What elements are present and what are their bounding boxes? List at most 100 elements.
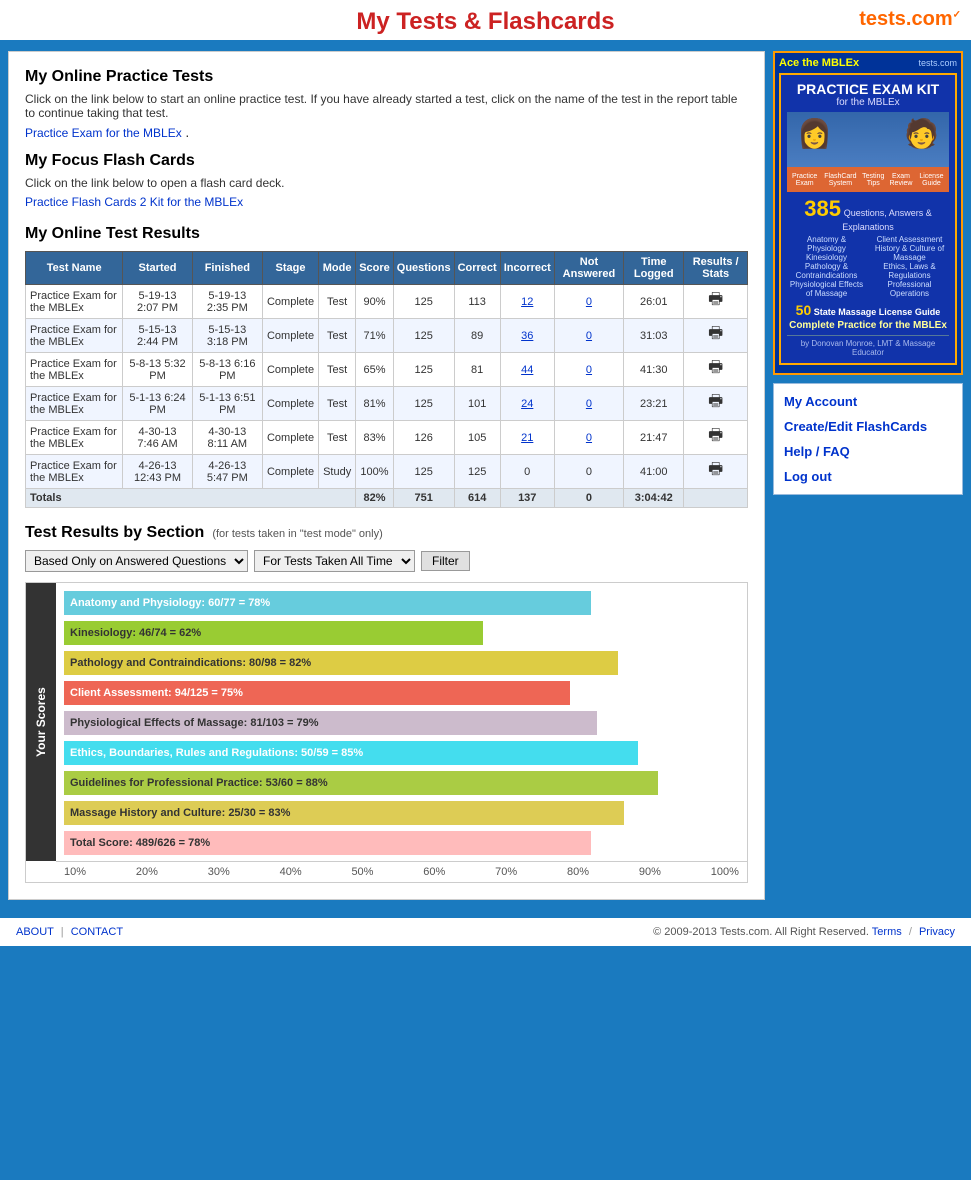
ad-topic-2: Kinesiology	[787, 253, 866, 262]
bar: Guidelines for Professional Practice: 53…	[64, 771, 658, 795]
cell-stats[interactable]: 🖶	[684, 455, 748, 489]
ad-complete-label: Complete Practice for the MBLEx	[787, 320, 949, 331]
totals-time: 3:04:42	[624, 489, 684, 508]
col-score: Score	[356, 252, 394, 285]
cell-not-answered[interactable]: 0	[554, 319, 623, 353]
cell-finished: 5-8-13 6:16 PM	[192, 353, 262, 387]
cell-incorrect[interactable]: 36	[500, 319, 554, 353]
cell-finished: 5-1-13 6:51 PM	[192, 387, 262, 421]
cell-test-name: Practice Exam for the MBLEx	[26, 319, 123, 353]
ad-box: Ace the MBLEx tests.com PRACTICE EXAM KI…	[773, 51, 963, 375]
cell-questions: 125	[393, 319, 454, 353]
section-results-note: (for tests taken in "test mode" only)	[212, 528, 382, 540]
footer-contact[interactable]: CONTACT	[71, 926, 123, 938]
cell-incorrect[interactable]: 12	[500, 285, 554, 319]
cell-started: 4-26-13 12:43 PM	[123, 455, 192, 489]
cell-finished: 5-19-13 2:35 PM	[192, 285, 262, 319]
ad-question-desc: Questions, Answers & Explanations	[842, 208, 932, 232]
filter-dropdown-1[interactable]: Based Only on Answered QuestionsBased on…	[25, 550, 248, 572]
cell-not-answered[interactable]: 0	[554, 421, 623, 455]
cell-stats[interactable]: 🖶	[684, 285, 748, 319]
cell-finished: 4-30-13 8:11 AM	[192, 421, 262, 455]
cell-started: 5-8-13 5:32 PM	[123, 353, 192, 387]
cell-score: 81%	[356, 387, 394, 421]
cell-questions: 125	[393, 387, 454, 421]
cell-stage: Complete	[262, 285, 318, 319]
cell-mode: Test	[319, 387, 356, 421]
online-tests-heading: My Online Practice Tests	[25, 68, 748, 86]
cell-time: 26:01	[624, 285, 684, 319]
cell-incorrect[interactable]: 21	[500, 421, 554, 455]
ad-topic-4: Physiological Effects of Massage	[787, 280, 866, 298]
footer-copyright: © 2009-2013 Tests.com. All Right Reserve…	[653, 926, 869, 938]
bar-label: Client Assessment: 94/125 = 75%	[64, 685, 249, 701]
filter-dropdown-2[interactable]: For Tests Taken All TimeLast 30 DaysLast…	[254, 550, 415, 572]
ad-topic-5: Client Assessment	[870, 235, 949, 244]
x-axis-label: 20%	[136, 866, 158, 878]
totals-stats	[684, 489, 748, 508]
cell-not-answered[interactable]: 0	[554, 285, 623, 319]
bar-label: Ethics, Boundaries, Rules and Regulation…	[64, 745, 369, 761]
ad-tagline: tests.com	[918, 58, 957, 68]
cell-not-answered[interactable]: 0	[554, 387, 623, 421]
table-row: Practice Exam for the MBLEx 4-30-13 7:46…	[26, 421, 748, 455]
col-stage: Stage	[262, 252, 318, 285]
page-title: My Tests & Flashcards	[0, 8, 971, 36]
results-table: Test Name Started Finished Stage Mode Sc…	[25, 251, 748, 508]
cell-stats[interactable]: 🖶	[684, 319, 748, 353]
bar-wrapper: Massage History and Culture: 25/30 = 83%	[64, 801, 739, 825]
footer-privacy[interactable]: Privacy	[919, 926, 955, 938]
cell-incorrect: 0	[500, 455, 554, 489]
chart-container: Your Scores Anatomy and Physiology: 60/7…	[25, 582, 748, 883]
table-row: Practice Exam for the MBLEx 5-15-13 2:44…	[26, 319, 748, 353]
nav-my-account[interactable]: My Account	[784, 394, 952, 409]
totals-not-answered: 0	[554, 489, 623, 508]
ad-kit-subtitle: for the MBLEx	[836, 97, 899, 108]
cell-stage: Complete	[262, 455, 318, 489]
cell-mode: Study	[319, 455, 356, 489]
bar: Client Assessment: 94/125 = 75%	[64, 681, 570, 705]
nav-log-out[interactable]: Log out	[784, 469, 952, 484]
cell-correct: 101	[454, 387, 500, 421]
filter-button[interactable]: Filter	[421, 551, 470, 571]
footer-left: ABOUT | CONTACT	[16, 926, 123, 938]
bar-wrapper: Ethics, Boundaries, Rules and Regulation…	[64, 741, 739, 765]
x-axis-label: 10%	[64, 866, 86, 878]
cell-not-answered[interactable]: 0	[554, 353, 623, 387]
cell-test-name: Practice Exam for the MBLEx	[26, 387, 123, 421]
cell-questions: 125	[393, 285, 454, 319]
logo: tests.com✓	[859, 8, 961, 31]
cell-questions: 125	[393, 353, 454, 387]
table-row: Practice Exam for the MBLEx 5-8-13 5:32 …	[26, 353, 748, 387]
cell-incorrect[interactable]: 24	[500, 387, 554, 421]
cell-score: 83%	[356, 421, 394, 455]
cell-questions: 126	[393, 421, 454, 455]
col-test-name: Test Name	[26, 252, 123, 285]
footer-terms[interactable]: Terms	[872, 926, 902, 938]
cell-mode: Test	[319, 421, 356, 455]
cell-not-answered: 0	[554, 455, 623, 489]
cell-incorrect[interactable]: 44	[500, 353, 554, 387]
online-tests-link[interactable]: Practice Exam for the MBLEx	[25, 126, 182, 140]
col-finished: Finished	[192, 252, 262, 285]
section-results-header: Test Results by Section (for tests taken…	[25, 524, 748, 542]
cell-questions: 125	[393, 455, 454, 489]
ad-kit-title: PRACTICE EXAM KIT for the MBLEx	[787, 81, 949, 108]
cell-started: 5-19-13 2:07 PM	[123, 285, 192, 319]
footer-about[interactable]: ABOUT	[16, 926, 54, 938]
section-results-heading: Test Results by Section	[25, 524, 204, 542]
cell-stats[interactable]: 🖶	[684, 387, 748, 421]
x-axis-label: 100%	[711, 866, 739, 878]
chart-bar-row: Physiological Effects of Massage: 81/103…	[64, 711, 739, 735]
nav-create-flashcards[interactable]: Create/Edit FlashCards	[784, 419, 952, 434]
chart-bar-row: Total Score: 489/626 = 78%	[64, 831, 739, 855]
ad-flashcard: FlashCard System	[820, 173, 860, 187]
cell-stats[interactable]: 🖶	[684, 353, 748, 387]
chart-bar-row: Guidelines for Professional Practice: 53…	[64, 771, 739, 795]
ad-license: License Guide	[916, 173, 947, 187]
totals-row: Totals 82% 751 614 137 0 3:04:42	[26, 489, 748, 508]
cell-stats[interactable]: 🖶	[684, 421, 748, 455]
flashcards-link[interactable]: Practice Flash Cards 2 Kit for the MBLEx	[25, 195, 243, 209]
nav-help-faq[interactable]: Help / FAQ	[784, 444, 952, 459]
col-correct: Correct	[454, 252, 500, 285]
